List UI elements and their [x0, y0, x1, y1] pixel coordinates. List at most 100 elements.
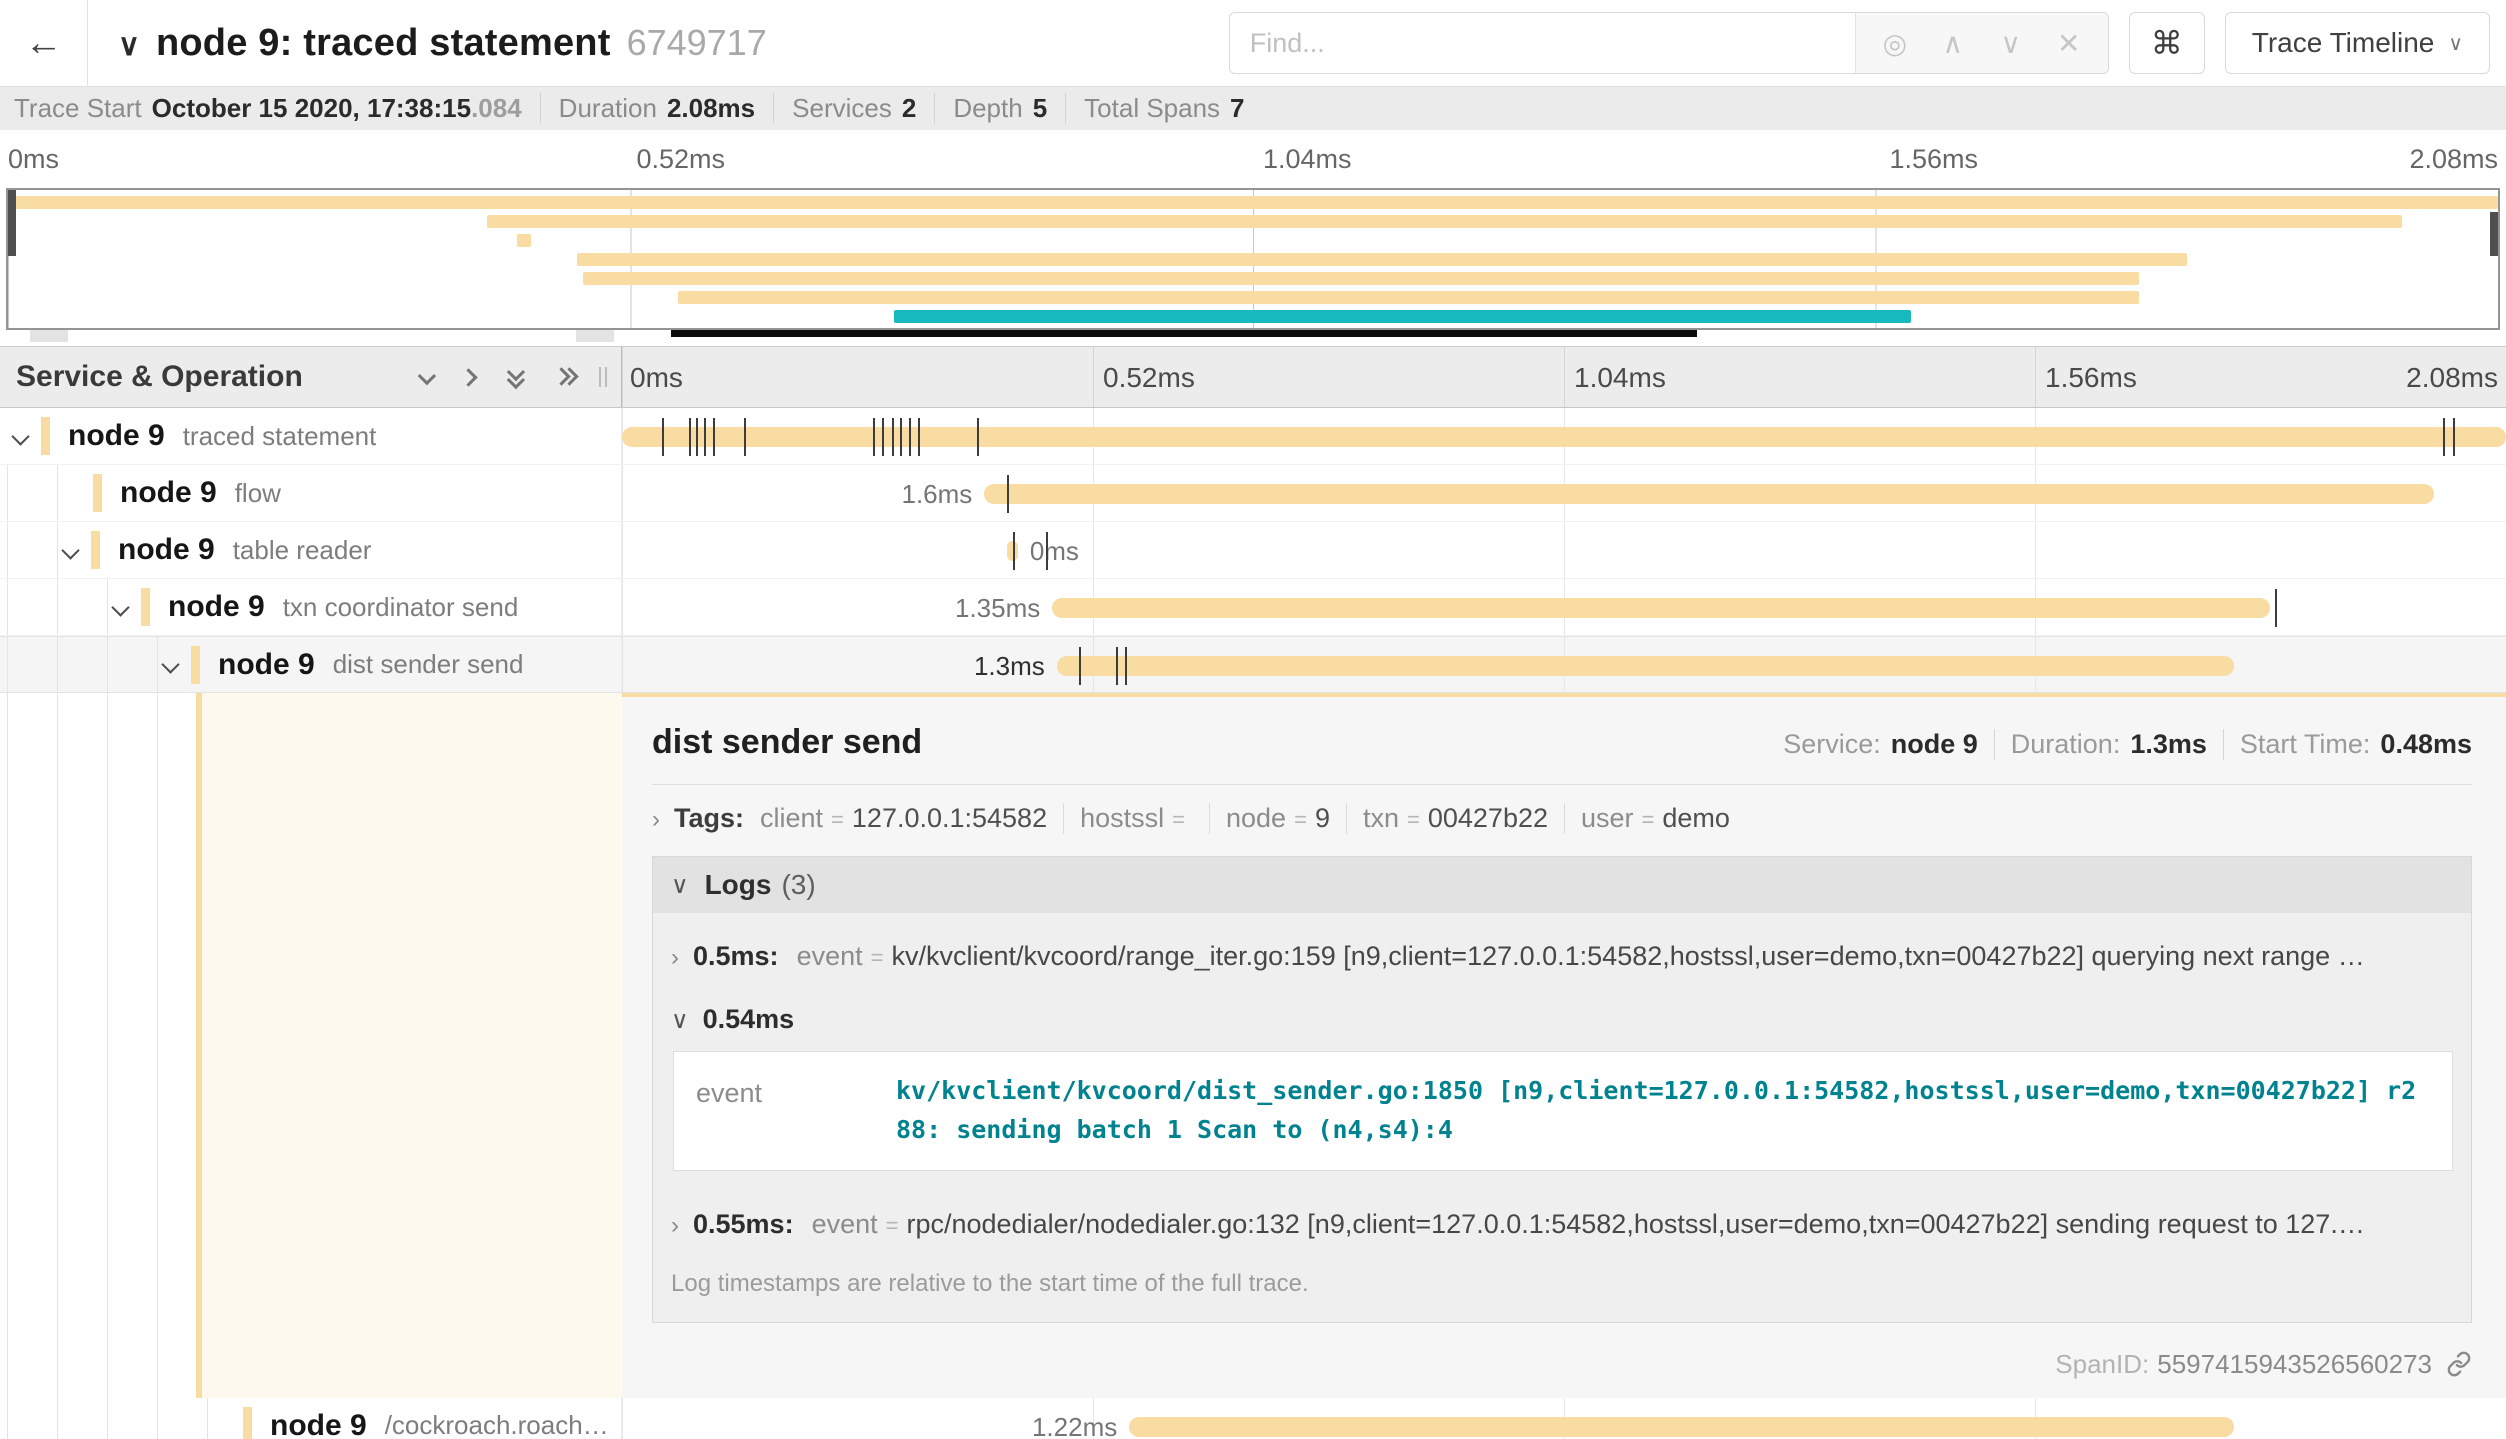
tags-label: Tags: — [674, 803, 744, 834]
span-meta-item: Duration:1.3ms — [1994, 729, 2223, 760]
span-row[interactable]: node 9traced statement — [0, 408, 2506, 465]
log-field-key: event — [812, 1209, 878, 1240]
log-marker-tick — [2275, 589, 2277, 627]
minimap-tick-label: 1.04ms — [1263, 144, 1352, 175]
log-field-value: kv/kvclient/kvcoord/range_iter.go:159 [n… — [891, 941, 2364, 972]
span-bar-track[interactable]: 0ms — [622, 522, 2506, 578]
chevron-down-icon[interactable] — [61, 541, 79, 559]
collapse-trace-chevron-icon[interactable]: ∨ — [118, 28, 140, 63]
span-name-cell[interactable]: node 9/cockroach.roachpb.I... — [0, 1398, 622, 1439]
expand-collapse-controls — [419, 367, 575, 387]
span-row[interactable]: node 9/cockroach.roachpb.I...1.22ms — [0, 1398, 2506, 1439]
log-entry[interactable]: ›0.5ms:event=kv/kvclient/kvcoord/range_i… — [671, 919, 2453, 994]
span-name-cell[interactable]: node 9txn coordinator send — [0, 579, 622, 635]
chevron-down-icon[interactable] — [111, 598, 129, 616]
span-bar[interactable] — [1057, 656, 2235, 676]
span-bar[interactable] — [1052, 598, 2270, 618]
logs-accordion-header[interactable]: ∨ Logs (3) — [653, 857, 2471, 913]
clear-icon[interactable]: ✕ — [2040, 27, 2098, 60]
minimap-canvas[interactable] — [6, 188, 2500, 330]
service-color-bar — [91, 531, 100, 569]
span-bar-track[interactable]: 1.3ms — [622, 637, 2506, 692]
trace-summary-item: Services2 — [773, 93, 934, 124]
chevron-down-icon[interactable] — [11, 427, 29, 445]
span-bar[interactable] — [622, 427, 2506, 447]
trace-view-selector[interactable]: Trace Timeline ∨ — [2225, 12, 2490, 74]
chevron-right-icon: › — [652, 806, 660, 834]
back-button[interactable]: ← — [0, 0, 88, 86]
tag-value: 9 — [1315, 803, 1330, 834]
log-marker-tick — [882, 418, 884, 456]
log-marker-tick — [873, 418, 875, 456]
span-duration-label: 1.35ms — [955, 593, 1040, 624]
collapse-one-icon[interactable] — [418, 366, 436, 384]
summary-label: Depth — [953, 93, 1022, 124]
minimap-grip-right[interactable] — [576, 330, 614, 342]
log-field-value: rpc/nodedialer/nodedialer.go:132 [n9,cli… — [907, 1209, 2365, 1240]
service-name: node 9 — [120, 476, 217, 510]
log-marker-tick — [704, 418, 706, 456]
tag-item: client=127.0.0.1:54582 — [760, 803, 1063, 834]
span-bar-track[interactable]: 1.22ms — [622, 1398, 2506, 1439]
service-name: node 9 — [68, 419, 165, 453]
log-marker-tick — [2453, 418, 2455, 456]
minimap-scrubber-strip[interactable] — [6, 330, 2500, 346]
trace-id: 6749717 — [627, 22, 767, 64]
minimap-scrubber-left-handle[interactable] — [8, 190, 16, 256]
span-bar[interactable] — [1129, 1417, 2234, 1437]
trace-summary-item: Depth5 — [934, 93, 1065, 124]
span-name-cell[interactable]: node 9table reader — [0, 522, 622, 578]
log-entry-header[interactable]: ∨0.54ms — [671, 1004, 2453, 1035]
prev-result-icon[interactable]: ∧ — [1924, 27, 1982, 60]
minimap-tick-label: 0.52ms — [637, 144, 726, 175]
span-row[interactable]: node 9table reader0ms — [0, 522, 2506, 579]
next-result-icon[interactable]: ∨ — [1982, 27, 2040, 60]
span-bar[interactable] — [984, 484, 2433, 504]
log-marker-tick — [662, 418, 664, 456]
minimap-grip-left[interactable] — [30, 330, 68, 342]
deep-link-icon[interactable] — [2446, 1351, 2472, 1377]
service-color-bar — [93, 474, 102, 512]
expand-all-icon[interactable] — [555, 367, 575, 387]
span-name-cell[interactable]: node 9dist sender send — [0, 637, 622, 692]
span-row[interactable]: node 9flow1.6ms — [0, 465, 2506, 522]
equals-sign: = — [1407, 807, 1420, 833]
chevron-right-icon: › — [671, 1212, 679, 1240]
span-bar-track[interactable] — [622, 408, 2506, 464]
find-buttons: ◎∧∨✕ — [1855, 13, 2108, 73]
span-meta-item: Service:node 9 — [1767, 729, 1994, 760]
find-input[interactable] — [1230, 13, 1855, 73]
log-entry[interactable]: ›0.55ms:event=rpc/nodedialer/nodedialer.… — [671, 1187, 2453, 1262]
span-row[interactable]: node 9txn coordinator send 1.35ms — [0, 579, 2506, 636]
timeline-time-axis: 0ms0.52ms1.04ms1.56ms2.08ms — [622, 347, 2506, 407]
span-name-cell[interactable]: node 9traced statement — [0, 408, 622, 464]
span-bar-track[interactable]: 1.6ms — [622, 465, 2506, 521]
indent-guides — [0, 1398, 210, 1439]
span-detail-row: dist sender send Service:node 9Duration:… — [0, 693, 2506, 1398]
find-group: ◎∧∨✕ — [1229, 12, 2109, 74]
expand-one-icon[interactable] — [459, 368, 477, 386]
chevron-down-icon: ∨ — [671, 1006, 689, 1035]
locate-icon[interactable]: ◎ — [1866, 27, 1924, 60]
log-entry-expanded: ∨0.54mseventkv/kvclient/kvcoord/dist_sen… — [671, 994, 2453, 1187]
indent-guides — [0, 522, 60, 578]
minimap-scrubber-right-handle[interactable] — [2490, 212, 2498, 256]
collapse-all-icon[interactable] — [505, 367, 525, 387]
keyboard-shortcuts-button[interactable]: ⌘ — [2129, 12, 2205, 74]
span-row[interactable]: node 9dist sender send1.3ms — [0, 636, 2506, 693]
timeline-header: Service & Operation 0ms0.52ms1.04ms1.56m… — [0, 346, 2506, 408]
service-color-bar — [141, 588, 150, 626]
chevron-down-icon[interactable] — [161, 655, 179, 673]
tag-item: node=9 — [1209, 803, 1346, 834]
log-marker-tick — [1079, 647, 1081, 685]
operation-name: /cockroach.roachpb.I... — [385, 1410, 621, 1439]
top-bar: ← ∨ node 9: traced statement 6749717 ◎∧∨… — [0, 0, 2506, 86]
column-resizer-handle[interactable] — [599, 367, 607, 387]
equals-sign: = — [1294, 807, 1307, 833]
operation-name: txn coordinator send — [283, 592, 519, 623]
span-name-cell[interactable]: node 9flow — [0, 465, 622, 521]
tags-accordion[interactable]: › Tags: client=127.0.0.1:54582hostssl=no… — [652, 803, 2472, 834]
span-bar-track[interactable]: 1.35ms — [622, 579, 2506, 635]
meta-value: 1.3ms — [2130, 729, 2207, 760]
summary-label: Total Spans — [1084, 93, 1220, 124]
